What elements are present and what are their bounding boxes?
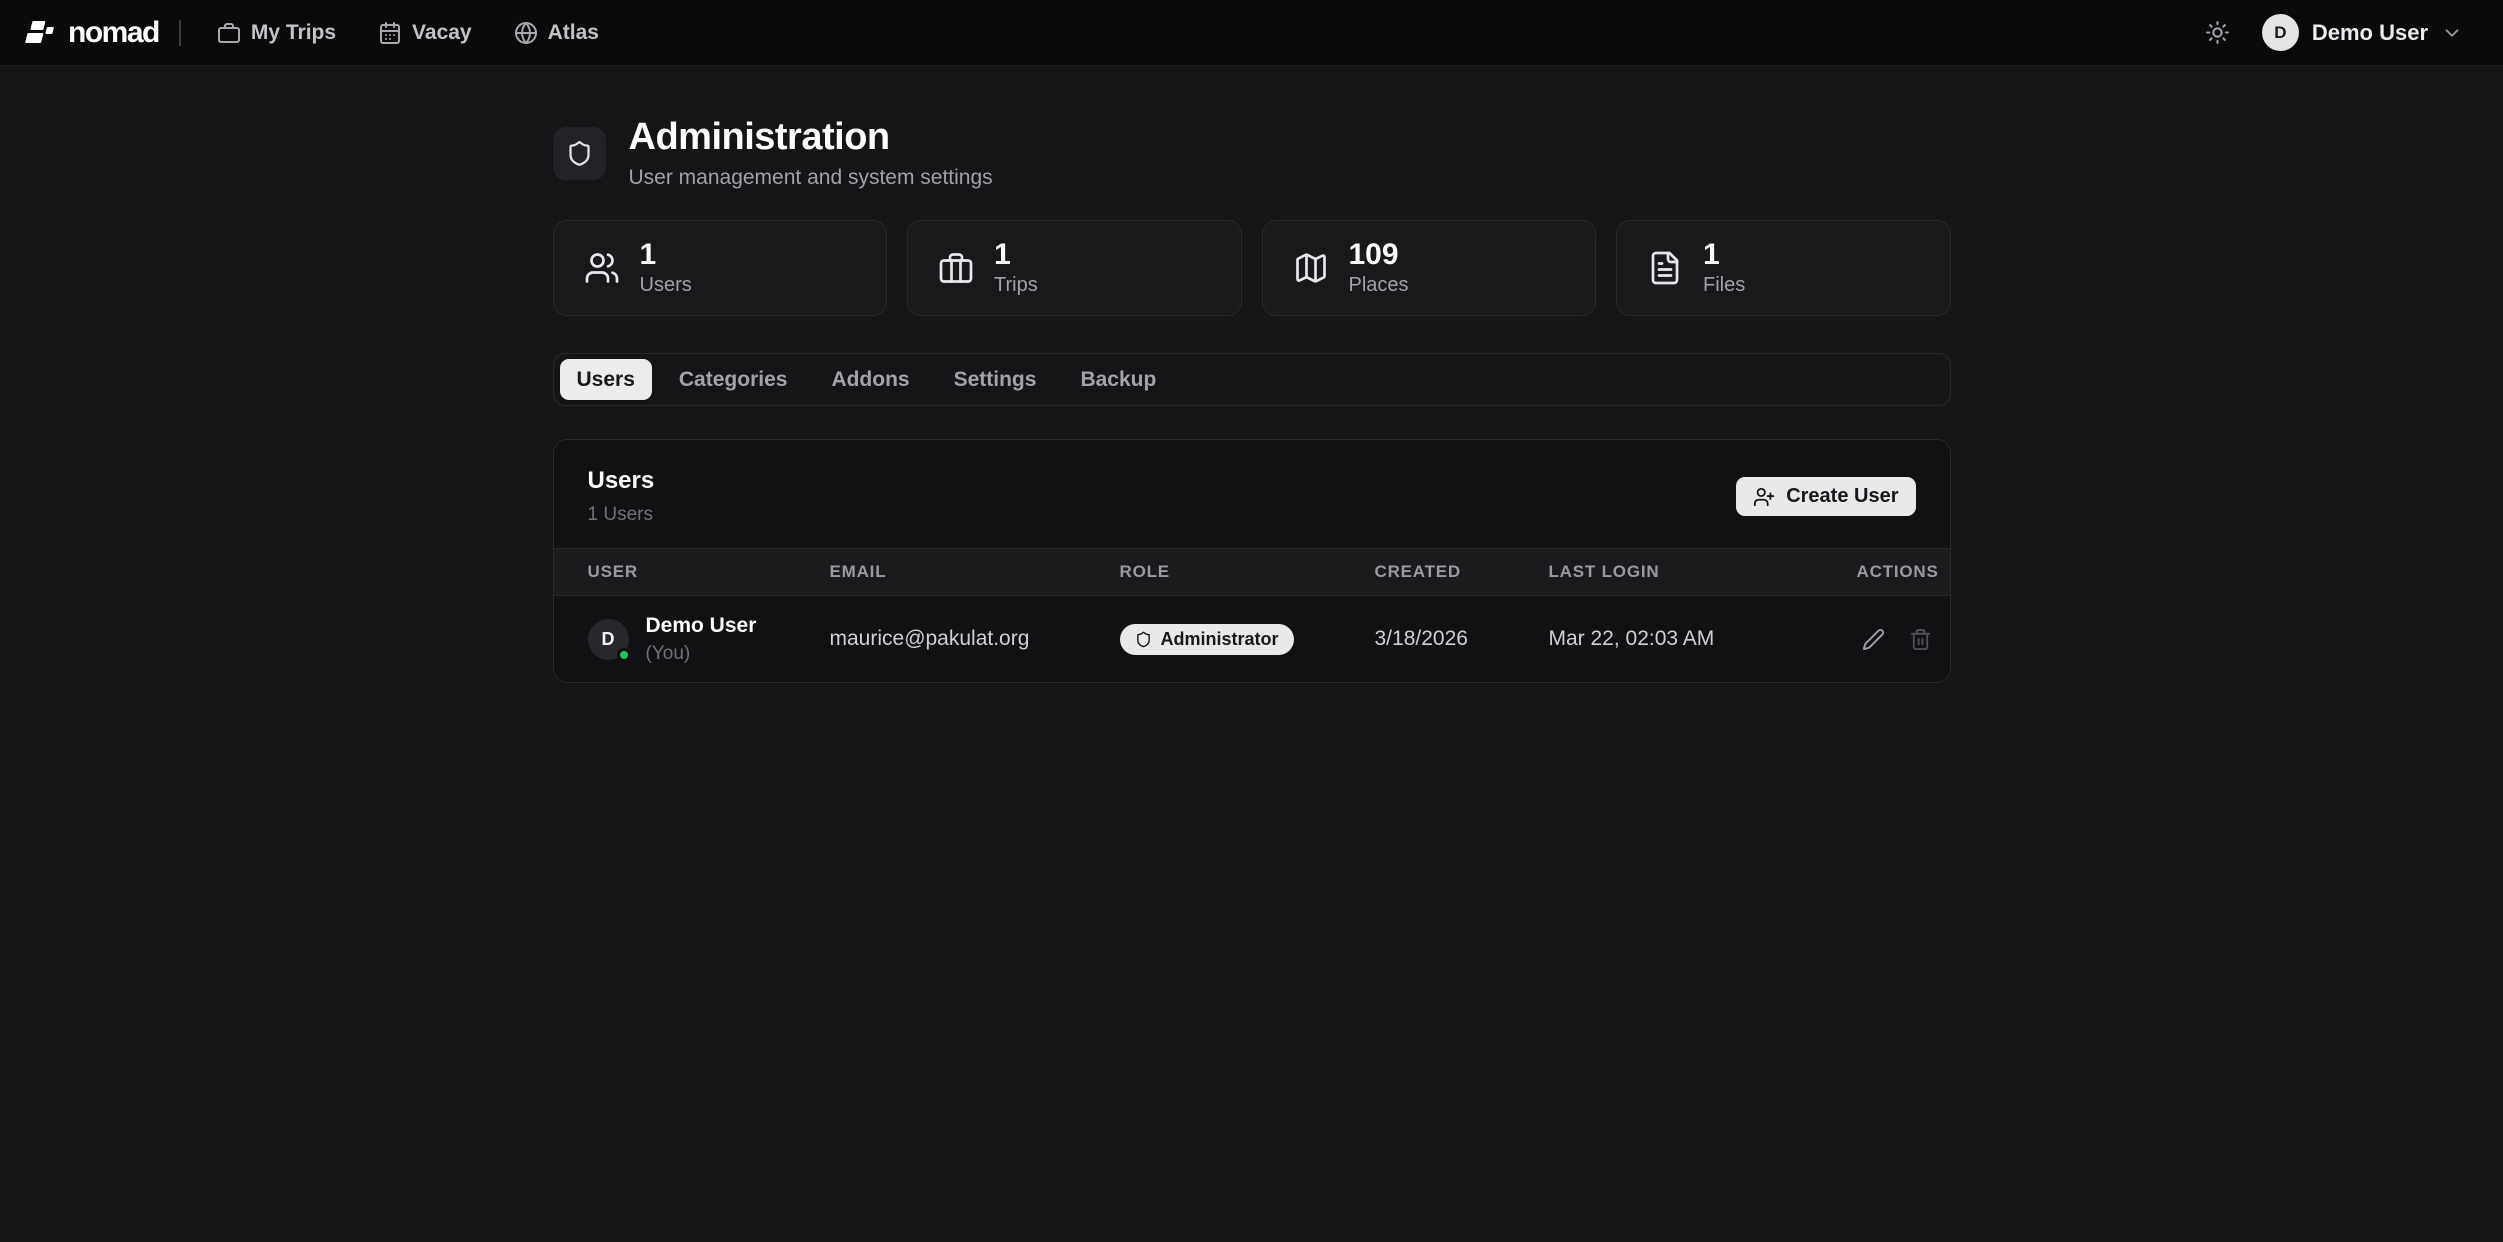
stat-value: 1 [994,239,1038,271]
avatar: D [588,619,629,660]
delete-user-button[interactable] [1904,623,1937,656]
theme-toggle-button[interactable] [2199,14,2236,51]
stat-label: Users [640,274,692,297]
stat-card-files: 1 Files [1616,220,1951,316]
actions-cell [1857,623,1937,656]
stats-row: 1 Users 1 Trips 109 Places [553,220,1951,316]
nomad-logo-icon [22,15,58,51]
map-icon [1293,250,1329,286]
table-row: D Demo User (You) maurice@pakulat.org Ad… [554,596,1950,682]
user-plus-icon [1753,486,1775,508]
shield-icon [553,127,606,180]
role-cell: Administrator [1120,624,1375,655]
stat-card-places: 109 Places [1262,220,1597,316]
brand-name: nomad [68,16,159,50]
user-menu[interactable]: D Demo User [2262,14,2463,51]
users-panel-header: Users 1 Users Create User [554,440,1950,548]
user-name: Demo User [646,614,757,638]
nav-item-my-trips[interactable]: My Trips [203,13,350,53]
stat-card-trips: 1 Trips [907,220,1242,316]
role-label: Administrator [1161,629,1279,650]
calendar-icon [378,21,402,45]
nav-item-atlas[interactable]: Atlas [500,13,613,53]
email-cell: maurice@pakulat.org [830,627,1120,651]
create-user-label: Create User [1786,485,1898,508]
page-title: Administration [629,116,993,159]
page-subtitle: User management and system settings [629,166,993,190]
tab-users[interactable]: Users [560,359,652,400]
avatar: D [2262,14,2299,51]
file-text-icon [1647,250,1683,286]
briefcase-icon [938,250,974,286]
column-header-email: EMAIL [830,562,1120,582]
panel-subtitle: 1 Users [588,504,655,526]
avatar-initial: D [602,629,615,650]
nav-divider [179,20,181,46]
shield-icon [1135,631,1152,648]
column-header-created: CREATED [1375,562,1549,582]
role-badge: Administrator [1120,624,1294,655]
briefcase-icon [217,21,241,45]
online-status-dot [617,648,631,662]
top-navbar: nomad My Trips Vacay Atlas [0,0,2503,66]
tab-settings[interactable]: Settings [937,359,1054,400]
admin-tabs: Users Categories Addons Settings Backup [553,353,1951,406]
column-header-role: ROLE [1120,562,1375,582]
users-icon [584,250,620,286]
last-login-cell: Mar 22, 02:03 AM [1549,627,1857,651]
tab-categories[interactable]: Categories [662,359,805,400]
nav-item-label: Vacay [412,21,472,45]
stat-value: 1 [1703,239,1745,271]
nav-item-vacay[interactable]: Vacay [364,13,486,53]
panel-title: Users [588,467,655,495]
create-user-button[interactable]: Create User [1736,477,1915,516]
nav-item-label: My Trips [251,21,336,45]
globe-icon [514,21,538,45]
tab-addons[interactable]: Addons [814,359,926,400]
stat-label: Trips [994,274,1038,297]
stat-label: Places [1349,274,1409,297]
chevron-down-icon [2441,22,2463,44]
edit-user-button[interactable] [1857,623,1890,656]
column-header-user: USER [588,562,830,582]
users-table-header: USER EMAIL ROLE CREATED LAST LOGIN ACTIO… [554,548,1950,596]
brand-logo[interactable]: nomad [22,15,159,51]
primary-nav: My Trips Vacay Atlas [203,13,613,53]
nav-item-label: Atlas [548,21,599,45]
sun-icon [2205,20,2230,45]
tab-backup[interactable]: Backup [1063,359,1173,400]
column-header-last-login: LAST LOGIN [1549,562,1857,582]
column-header-actions: ACTIONS [1857,562,1939,582]
stat-card-users: 1 Users [553,220,888,316]
stat-value: 109 [1349,239,1409,271]
page-header: Administration User management and syste… [553,116,1951,190]
you-label: (You) [646,643,757,665]
user-cell: D Demo User (You) [588,614,830,665]
pencil-icon [1862,628,1885,651]
user-name: Demo User [2312,20,2428,46]
stat-label: Files [1703,274,1745,297]
stat-value: 1 [640,239,692,271]
users-panel: Users 1 Users Create User USER EMAIL ROL… [553,439,1951,683]
trash-icon [1909,628,1932,651]
created-cell: 3/18/2026 [1375,627,1549,651]
navbar-right: D Demo User [2199,14,2463,51]
main-content: Administration User management and syste… [553,116,1951,683]
